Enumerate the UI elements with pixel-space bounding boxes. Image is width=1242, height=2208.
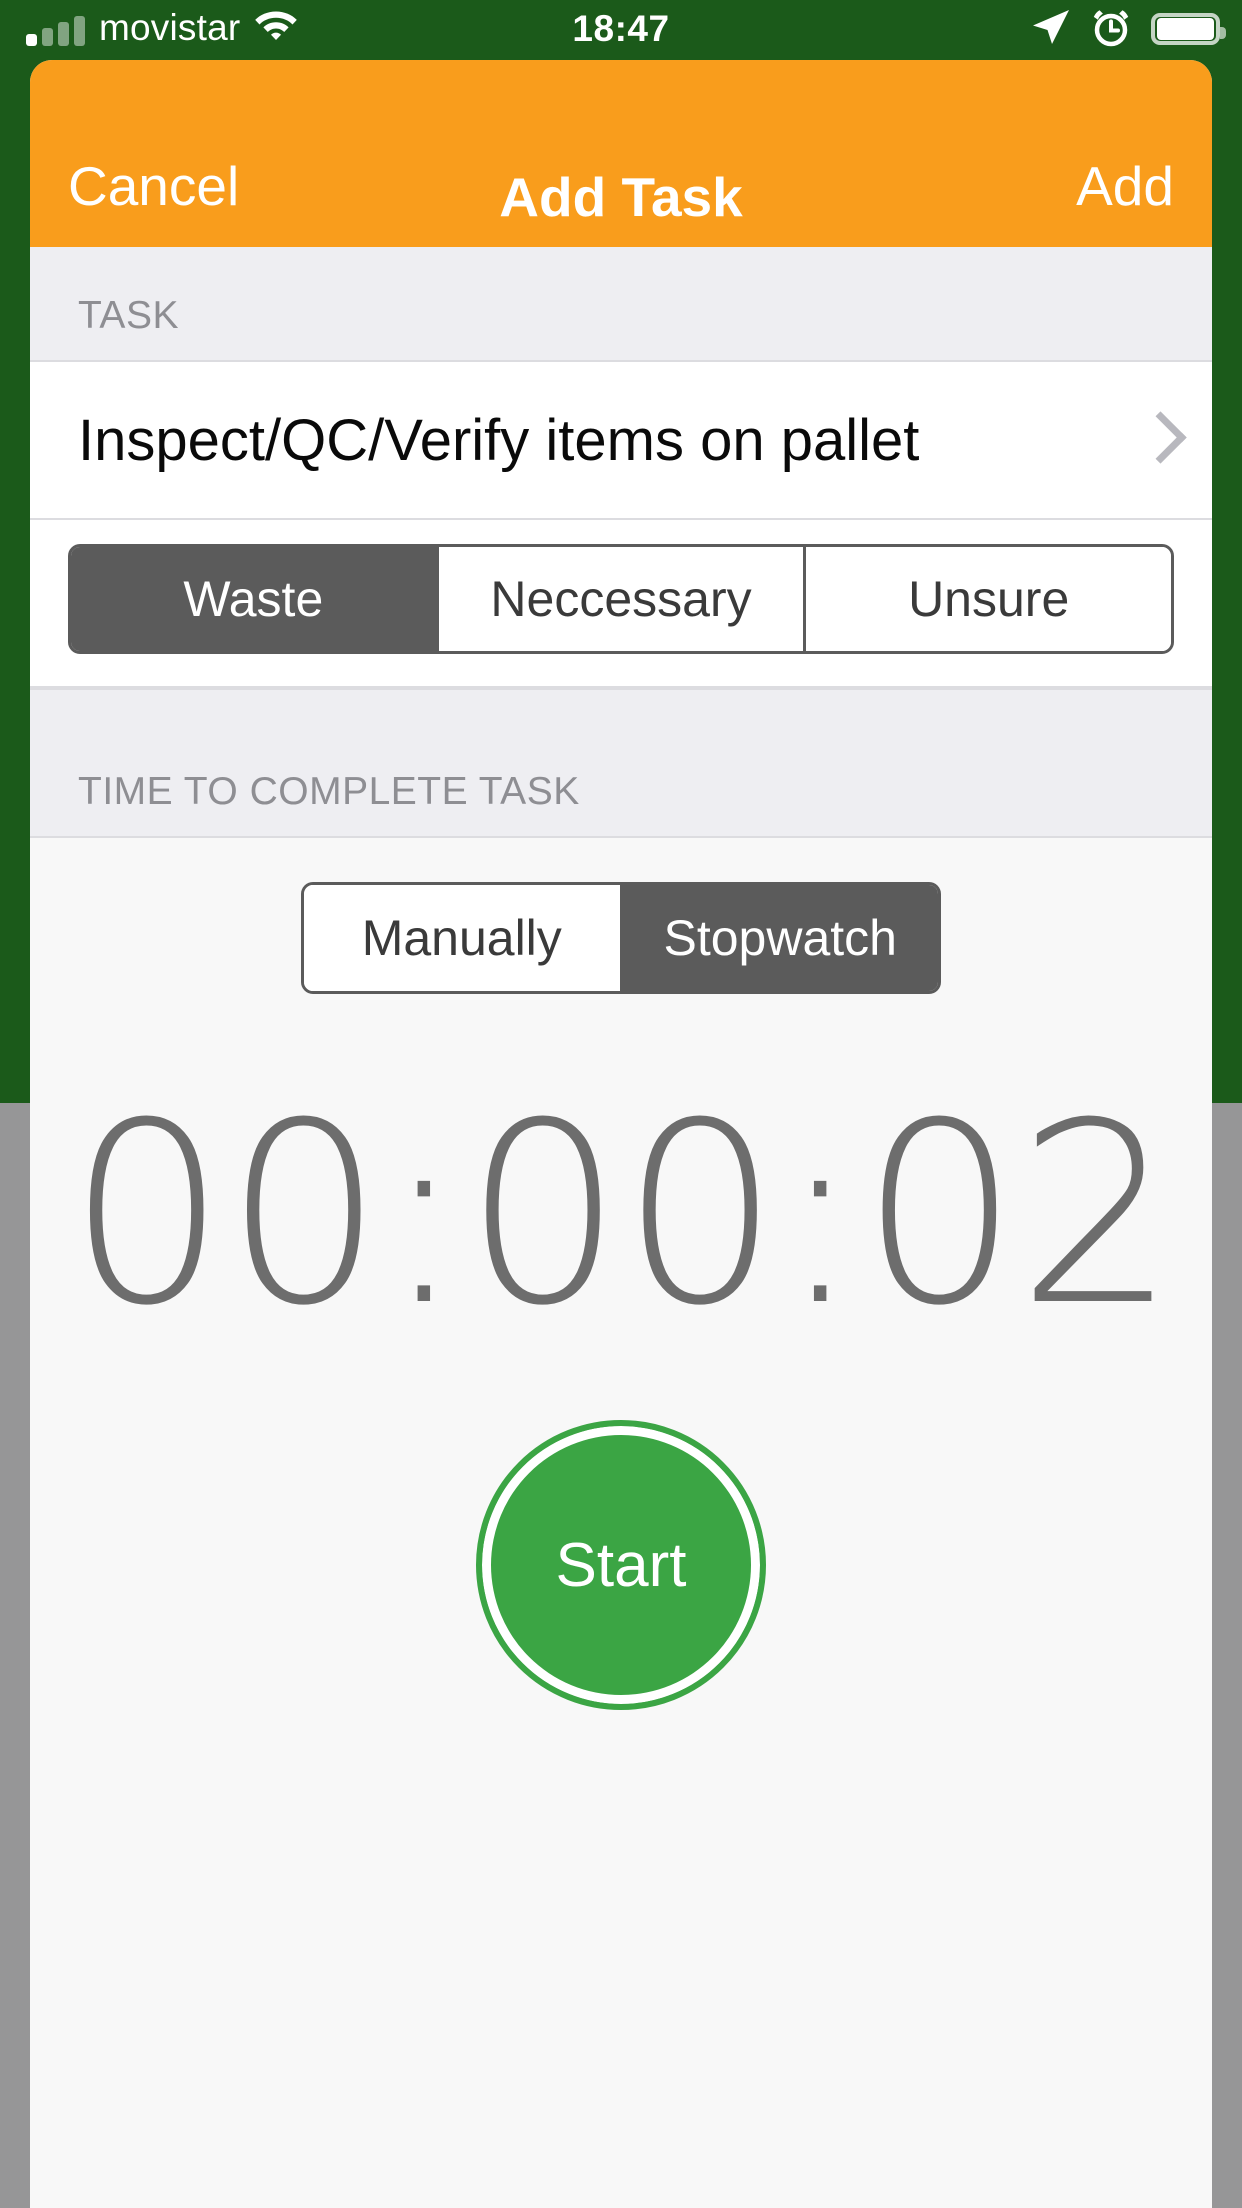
time-mode-segmented-control[interactable]: Manually Stopwatch (301, 882, 941, 994)
task-name-label: Inspect/QC/Verify items on pallet (78, 407, 920, 473)
status-bar: movistar 18:47 (0, 0, 1242, 58)
stopwatch-panel: Manually Stopwatch 00:00:02 Start (30, 836, 1212, 2208)
add-task-modal: Cancel Add Add Task TASK Inspect/QC/Veri… (30, 60, 1212, 2208)
segment-stopwatch[interactable]: Stopwatch (622, 885, 938, 991)
status-bar-right (1031, 0, 1226, 58)
task-selector-row[interactable]: Inspect/QC/Verify items on pallet (30, 360, 1212, 520)
time-section-header: TIME TO COMPLETE TASK (30, 688, 1212, 836)
segment-waste[interactable]: Waste (71, 547, 439, 651)
start-button[interactable]: Start (476, 1420, 766, 1710)
cancel-button[interactable]: Cancel (68, 154, 239, 218)
stopwatch-timer-display: 00:00:02 (67, 1069, 1177, 1360)
task-section-header: TASK (30, 247, 1212, 360)
segment-neccessary[interactable]: Neccessary (438, 547, 807, 651)
navigation-bar: Cancel Add Add Task (30, 60, 1212, 247)
time-mode-row: Manually Stopwatch (30, 838, 1212, 994)
classification-segmented-control[interactable]: Waste Neccessary Unsure (68, 544, 1174, 654)
start-button-container: Start (30, 1420, 1212, 1710)
alarm-clock-icon (1091, 7, 1131, 52)
battery-full-icon (1151, 13, 1226, 45)
chevron-right-icon (1140, 411, 1174, 469)
clock-label: 18:47 (572, 8, 670, 49)
location-arrow-icon (1031, 8, 1071, 51)
segment-manually[interactable]: Manually (304, 885, 623, 991)
add-button[interactable]: Add (1076, 154, 1174, 218)
classification-row: Waste Neccessary Unsure (30, 520, 1212, 688)
segment-unsure[interactable]: Unsure (806, 547, 1171, 651)
